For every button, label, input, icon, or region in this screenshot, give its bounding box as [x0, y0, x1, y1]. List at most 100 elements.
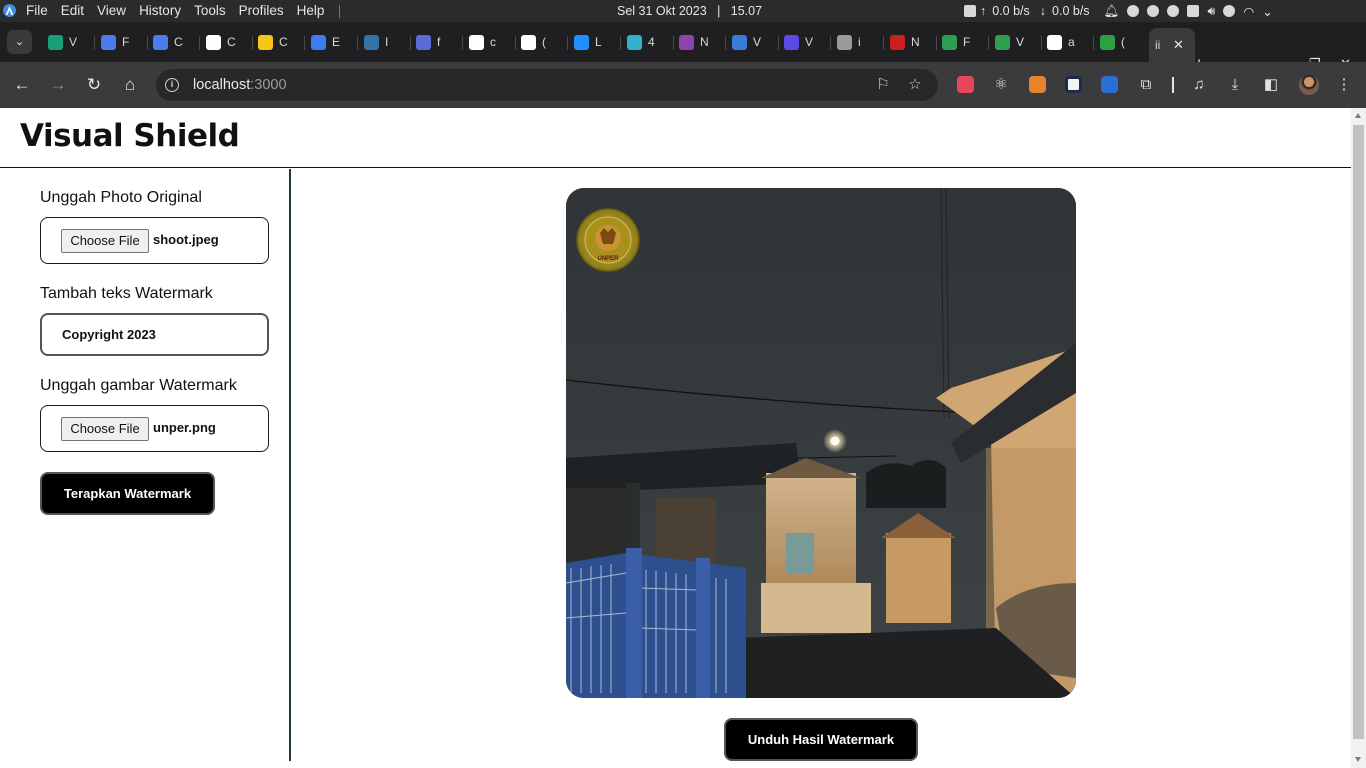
- tab[interactable]: C: [202, 28, 250, 56]
- fence-pillar: [626, 548, 642, 698]
- site-info-icon[interactable]: i: [165, 78, 179, 92]
- tab-title: V: [753, 35, 762, 49]
- tab[interactable]: f: [412, 28, 460, 56]
- profile-avatar[interactable]: [1299, 75, 1319, 95]
- choose-photo-button[interactable]: Choose File: [61, 229, 149, 253]
- notification-bell-icon[interactable]: 🔔︎: [1104, 4, 1120, 19]
- menu-help[interactable]: Help: [297, 0, 325, 22]
- bookmark-star-icon[interactable]: ☆: [907, 77, 923, 93]
- downloads-icon[interactable]: ⤓: [1225, 75, 1245, 95]
- menu-tools[interactable]: Tools: [194, 0, 226, 22]
- tab-separator: [1093, 36, 1094, 50]
- tab-favicon-icon: [258, 34, 273, 50]
- scroll-up-arrow-icon[interactable]: [1355, 113, 1361, 118]
- tab[interactable]: V: [44, 28, 92, 56]
- browser-menu-icon[interactable]: ⋮: [1334, 75, 1354, 95]
- tab[interactable]: N: [886, 28, 934, 56]
- extension-blue-icon[interactable]: [1101, 76, 1118, 93]
- tab-favicon-icon: [1047, 34, 1062, 50]
- tab[interactable]: c: [465, 28, 513, 56]
- system-tray: ↑ 0.0 b/s ↓ 0.0 b/s 🔔︎ 🔊︎ ◠ ⌄: [960, 0, 1277, 22]
- tab[interactable]: F: [97, 28, 145, 56]
- record-icon[interactable]: [1127, 5, 1140, 17]
- tab-favicon-icon: [206, 34, 221, 50]
- tab[interactable]: F: [938, 28, 986, 56]
- tab[interactable]: V: [780, 28, 828, 56]
- tab-title: f: [437, 35, 441, 49]
- media-control-icon[interactable]: ♫: [1189, 75, 1209, 95]
- tab[interactable]: (: [1096, 28, 1144, 56]
- photo-file-input[interactable]: Choose File shoot.jpeg: [40, 217, 269, 264]
- tab-favicon-icon: [469, 34, 484, 50]
- menu-history[interactable]: History: [139, 0, 181, 22]
- tab-title: C: [227, 35, 236, 49]
- tab[interactable]: V: [728, 28, 776, 56]
- menu-profiles[interactable]: Profiles: [239, 0, 284, 22]
- tab-favicon-icon: [101, 34, 116, 50]
- tab-title: ii: [1155, 38, 1161, 52]
- clock[interactable]: Sel 31 Okt 2023 | 15.07: [617, 0, 762, 22]
- watermark-text-label: Tambah teks Watermark: [40, 285, 213, 302]
- download-speed: 0.0 b/s: [1052, 4, 1090, 18]
- tab-title: i: [858, 35, 861, 49]
- tab[interactable]: V: [991, 28, 1039, 56]
- menu-view[interactable]: View: [97, 0, 126, 22]
- tab[interactable]: C: [149, 28, 197, 56]
- page-scrollbar[interactable]: [1351, 108, 1366, 768]
- url-text[interactable]: localhost:3000: [193, 69, 287, 101]
- tab[interactable]: I: [360, 28, 408, 56]
- tab-search-button[interactable]: ⌄: [7, 30, 32, 54]
- tab-favicon-icon: [679, 34, 694, 50]
- tab-favicon-icon: [837, 34, 852, 50]
- svg-text:UNPER: UNPER: [597, 256, 619, 262]
- wifi-icon[interactable]: ◠: [1243, 4, 1254, 19]
- menu-file[interactable]: File: [26, 0, 48, 22]
- tab-favicon-icon: [153, 34, 168, 50]
- tab-title: (: [542, 35, 546, 49]
- tab[interactable]: a: [1043, 28, 1091, 56]
- system-menu-chevron-icon[interactable]: ⌄: [1262, 4, 1272, 19]
- tab-close-icon[interactable]: ✕: [1173, 37, 1184, 53]
- volume-icon[interactable]: 🔊︎: [1207, 4, 1215, 19]
- side-panel-icon[interactable]: ◧: [1261, 75, 1281, 95]
- choose-watermark-button[interactable]: Choose File: [61, 417, 149, 441]
- back-button[interactable]: ←: [11, 74, 33, 96]
- tab[interactable]: (: [517, 28, 565, 56]
- tab[interactable]: E: [307, 28, 355, 56]
- extensions-puzzle-icon[interactable]: ⧉: [1136, 75, 1156, 95]
- apply-watermark-button[interactable]: Terapkan Watermark: [40, 472, 215, 515]
- watermark-logo: UNPER: [576, 208, 640, 272]
- battery-saver-icon[interactable]: [1187, 5, 1200, 17]
- extension-square-icon[interactable]: [1065, 76, 1082, 93]
- menu-divider: [339, 4, 341, 18]
- tab[interactable]: L: [570, 28, 618, 56]
- reload-button[interactable]: ↻: [83, 74, 105, 96]
- tab-favicon-icon: [995, 34, 1010, 50]
- clipboard-icon[interactable]: [964, 5, 976, 17]
- tab-separator: [936, 36, 937, 50]
- address-bar[interactable]: i localhost:3000 ⚐ ☆: [156, 69, 938, 101]
- app-logo-icon[interactable]: [3, 4, 16, 17]
- download-result-button[interactable]: Unduh Hasil Watermark: [724, 718, 918, 761]
- translate-icon[interactable]: ⚐: [875, 77, 891, 93]
- vpn-icon[interactable]: [1167, 5, 1180, 17]
- scroll-down-arrow-icon[interactable]: [1355, 757, 1361, 762]
- tab[interactable]: C: [254, 28, 302, 56]
- url-host: localhost: [193, 77, 251, 93]
- scrollbar-thumb[interactable]: [1353, 125, 1364, 739]
- metamask-icon[interactable]: [1029, 76, 1046, 93]
- watermark-text-input[interactable]: [40, 313, 269, 356]
- watermark-file-input[interactable]: Choose File unper.png: [40, 405, 269, 452]
- forward-button[interactable]: →: [47, 74, 69, 96]
- react-devtools-icon[interactable]: ⚛: [991, 75, 1011, 95]
- tab[interactable]: i: [833, 28, 881, 56]
- bluetooth-icon[interactable]: [1223, 5, 1236, 17]
- pause-icon[interactable]: [1147, 5, 1160, 17]
- tab-separator: [94, 36, 95, 50]
- tab-active[interactable]: ii ✕: [1149, 28, 1195, 62]
- tab[interactable]: 4: [623, 28, 671, 56]
- extension-pink-icon[interactable]: [957, 76, 974, 93]
- menu-edit[interactable]: Edit: [61, 0, 84, 22]
- tab[interactable]: N: [675, 28, 723, 56]
- home-button[interactable]: ⌂: [119, 74, 141, 96]
